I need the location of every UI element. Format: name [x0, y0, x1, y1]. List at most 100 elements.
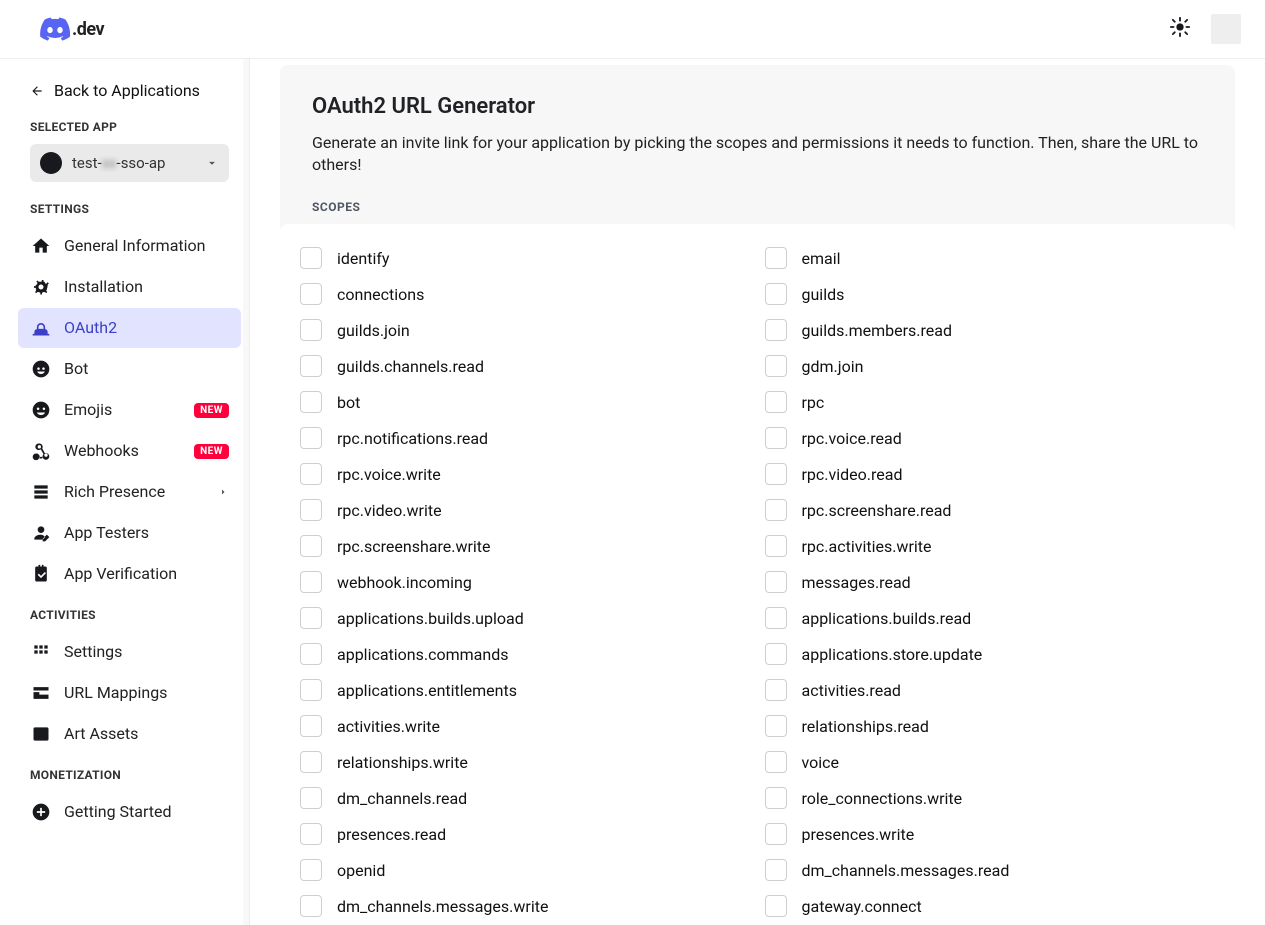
scope-webhook-incoming[interactable]: webhook.incoming [300, 564, 755, 600]
scope-rpc-voice-read[interactable]: rpc.voice.read [765, 420, 1220, 456]
checkbox[interactable] [765, 607, 787, 629]
sidebar-item-getting-started[interactable]: Getting Started [18, 792, 241, 832]
scope-guilds-join[interactable]: guilds.join [300, 312, 755, 348]
theme-toggle[interactable] [1169, 16, 1191, 42]
scope-rpc-voice-write[interactable]: rpc.voice.write [300, 456, 755, 492]
checkbox[interactable] [765, 571, 787, 593]
scope-openid[interactable]: openid [300, 852, 755, 888]
scope-email[interactable]: email [765, 240, 1220, 276]
user-avatar[interactable] [1211, 14, 1241, 44]
checkbox[interactable] [765, 535, 787, 557]
checkbox[interactable] [765, 427, 787, 449]
checkbox[interactable] [765, 283, 787, 305]
scope-relationships-read[interactable]: relationships.read [765, 708, 1220, 744]
app-selector[interactable]: test-xx-sso-ap [30, 144, 229, 182]
checkbox[interactable] [765, 319, 787, 341]
scope-voice[interactable]: voice [765, 744, 1220, 780]
checkbox[interactable] [300, 859, 322, 881]
checkbox[interactable] [300, 751, 322, 773]
checkbox[interactable] [300, 463, 322, 485]
scope-label: dm_channels.read [337, 789, 467, 808]
checkbox[interactable] [765, 391, 787, 413]
checkbox[interactable] [300, 283, 322, 305]
scope-connections[interactable]: connections [300, 276, 755, 312]
checkbox[interactable] [300, 607, 322, 629]
scope-gdm-join[interactable]: gdm.join [765, 348, 1220, 384]
checkbox[interactable] [300, 535, 322, 557]
sidebar-item-app-testers[interactable]: App Testers [18, 513, 241, 553]
checkbox[interactable] [300, 355, 322, 377]
scope-role-connections-write[interactable]: role_connections.write [765, 780, 1220, 816]
checkbox[interactable] [300, 715, 322, 737]
checkbox[interactable] [765, 463, 787, 485]
checkbox[interactable] [300, 391, 322, 413]
checkbox[interactable] [765, 787, 787, 809]
checkbox[interactable] [300, 247, 322, 269]
scope-dm-channels-messages-write[interactable]: dm_channels.messages.write [300, 888, 755, 924]
scope-applications-store-update[interactable]: applications.store.update [765, 636, 1220, 672]
checkbox[interactable] [765, 643, 787, 665]
scope-guilds[interactable]: guilds [765, 276, 1220, 312]
sidebar-item-art-assets[interactable]: Art Assets [18, 714, 241, 754]
checkbox[interactable] [765, 355, 787, 377]
scope-presences-write[interactable]: presences.write [765, 816, 1220, 852]
back-to-applications[interactable]: Back to Applications [30, 75, 229, 114]
sidebar-item-bot[interactable]: Bot [18, 349, 241, 389]
checkbox[interactable] [765, 859, 787, 881]
scope-rpc-activities-write[interactable]: rpc.activities.write [765, 528, 1220, 564]
checkbox[interactable] [300, 679, 322, 701]
scope-rpc-screenshare-read[interactable]: rpc.screenshare.read [765, 492, 1220, 528]
checkbox[interactable] [765, 823, 787, 845]
app-avatar [40, 152, 62, 174]
sidebar-item-installation[interactable]: Installation [18, 267, 241, 307]
sidebar-item-rich-presence[interactable]: Rich Presence [18, 472, 241, 512]
checkbox[interactable] [765, 715, 787, 737]
scope-applications-builds-read[interactable]: applications.builds.read [765, 600, 1220, 636]
scope-relationships-write[interactable]: relationships.write [300, 744, 755, 780]
card-description: Generate an invite link for your applica… [312, 132, 1203, 177]
sidebar-item-settings[interactable]: Settings [18, 632, 241, 672]
scope-rpc-notifications-read[interactable]: rpc.notifications.read [300, 420, 755, 456]
scope-rpc-video-read[interactable]: rpc.video.read [765, 456, 1220, 492]
brand-logo[interactable]: .dev [40, 17, 104, 41]
checkbox[interactable] [765, 679, 787, 701]
scope-activities-write[interactable]: activities.write [300, 708, 755, 744]
scope-guilds-channels-read[interactable]: guilds.channels.read [300, 348, 755, 384]
scope-dm-channels-messages-read[interactable]: dm_channels.messages.read [765, 852, 1220, 888]
checkbox[interactable] [765, 751, 787, 773]
scope-applications-entitlements[interactable]: applications.entitlements [300, 672, 755, 708]
scope-applications-builds-upload[interactable]: applications.builds.upload [300, 600, 755, 636]
checkbox[interactable] [300, 643, 322, 665]
scope-identify[interactable]: identify [300, 240, 755, 276]
checkbox[interactable] [300, 499, 322, 521]
checkbox[interactable] [300, 427, 322, 449]
scope-dm-channels-read[interactable]: dm_channels.read [300, 780, 755, 816]
scope-rpc-screenshare-write[interactable]: rpc.screenshare.write [300, 528, 755, 564]
scope-guilds-members-read[interactable]: guilds.members.read [765, 312, 1220, 348]
checkbox[interactable] [300, 787, 322, 809]
scope-label: relationships.read [802, 717, 929, 736]
checkbox[interactable] [300, 823, 322, 845]
scope-messages-read[interactable]: messages.read [765, 564, 1220, 600]
sidebar-item-webhooks[interactable]: WebhooksNEW [18, 431, 241, 471]
sidebar-item-url-mappings[interactable]: URL Mappings [18, 673, 241, 713]
sidebar-item-emojis[interactable]: EmojisNEW [18, 390, 241, 430]
checkbox[interactable] [765, 499, 787, 521]
scope-bot[interactable]: bot [300, 384, 755, 420]
scope-rpc-video-write[interactable]: rpc.video.write [300, 492, 755, 528]
checkbox[interactable] [300, 319, 322, 341]
sidebar-item-general[interactable]: General Information [18, 226, 241, 266]
sidebar-item-app-verification[interactable]: App Verification [18, 554, 241, 594]
scope-activities-read[interactable]: activities.read [765, 672, 1220, 708]
scope-presences-read[interactable]: presences.read [300, 816, 755, 852]
checkbox[interactable] [765, 247, 787, 269]
checkbox[interactable] [300, 895, 322, 917]
checkbox[interactable] [765, 895, 787, 917]
checkbox[interactable] [300, 571, 322, 593]
scope-gateway-connect[interactable]: gateway.connect [765, 888, 1220, 924]
scope-applications-commands[interactable]: applications.commands [300, 636, 755, 672]
sidebar-item-label: Rich Presence [64, 482, 205, 502]
scope-label: rpc.voice.write [337, 465, 441, 484]
sidebar-item-oauth2[interactable]: OAuth2 [18, 308, 241, 348]
scope-rpc[interactable]: rpc [765, 384, 1220, 420]
